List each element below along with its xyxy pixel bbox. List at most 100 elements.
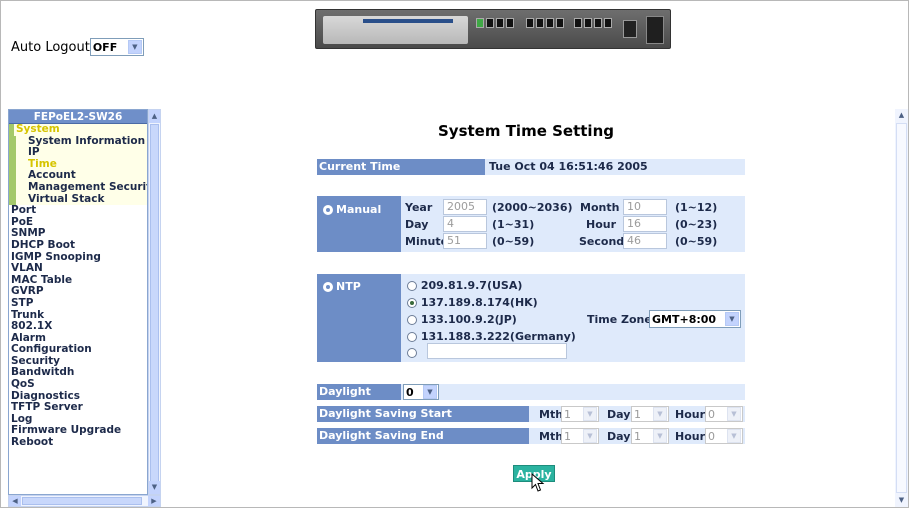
sidebar-item-snmp[interactable]: SNMP — [9, 228, 147, 240]
sidebar-item-ip[interactable]: IP — [9, 147, 147, 159]
auto-logout-value: OFF — [92, 40, 118, 54]
ntp-custom-server-input[interactable] — [427, 343, 567, 359]
sidebar-item-igmp-snooping[interactable]: IGMP Snooping — [9, 252, 147, 264]
sidebar-item-virtual-stack[interactable]: Virtual Stack — [9, 193, 147, 206]
nav-menu-list: FEPoEL2-SW26 System System Information IP T… — [8, 109, 148, 495]
scroll-up-icon[interactable]: ▲ — [895, 109, 908, 122]
sidebar-item-system-information[interactable]: System Information — [9, 135, 147, 148]
day-input[interactable]: 4 — [443, 216, 487, 232]
sidebar-item-bandwitdh[interactable]: Bandwitdh — [9, 367, 147, 379]
sidebar-item-tftp-server[interactable]: TFTP Server — [9, 402, 147, 414]
sidebar-item-reboot[interactable]: Reboot — [9, 437, 147, 449]
second-label: Second — [579, 235, 625, 248]
daylight-saving-value: 0 — [406, 385, 414, 399]
ntp-custom-option[interactable] — [407, 346, 417, 359]
start-day-select[interactable]: 1 ▼ — [631, 406, 669, 422]
second-input[interactable]: 46 — [623, 233, 667, 249]
ntp-label: NTP — [336, 280, 361, 293]
year-input[interactable]: 2005 — [443, 199, 487, 215]
side-navigation: FEPoEL2-SW26 System System Information IP T… — [8, 109, 161, 507]
ntp-server-2: 137.189.8.174(HK) — [420, 296, 538, 309]
start-mth-value: 1 — [564, 407, 571, 421]
sidebar-item-qos[interactable]: QoS — [9, 379, 147, 391]
sidebar-item-mac-table[interactable]: MAC Table — [9, 275, 147, 287]
ntp-server-radio-2[interactable] — [407, 298, 417, 308]
console-port — [646, 16, 664, 44]
scroll-right-icon[interactable]: ▶ — [148, 496, 160, 506]
sidebar-item-port[interactable]: Port — [9, 205, 147, 217]
hour-input[interactable]: 16 — [623, 216, 667, 232]
sidebar-item-account[interactable]: Account — [9, 170, 147, 182]
ntp-server-option-1[interactable]: 209.81.9.7(USA) — [407, 279, 522, 292]
sidebar-item-system[interactable]: System — [9, 124, 147, 136]
nav-vertical-scrollbar[interactable]: ▲ ▼ — [148, 109, 161, 495]
sidebar-item-management-securit[interactable]: Management Securit — [9, 181, 147, 194]
sidebar-item-log[interactable]: Log — [9, 414, 147, 426]
start-hour-select[interactable]: 0 ▼ — [705, 406, 743, 422]
sidebar-item-trunk[interactable]: Trunk — [9, 310, 147, 322]
scroll-up-icon[interactable]: ▲ — [149, 110, 160, 123]
daylight-saving-select[interactable]: 0 ▼ — [403, 384, 439, 400]
sfp-port — [623, 20, 637, 38]
main-vertical-scrollbar[interactable]: ▲ ▼ — [895, 109, 908, 507]
scroll-thumb[interactable] — [150, 124, 159, 482]
ntp-radio[interactable] — [323, 282, 333, 292]
sidebar-item-security[interactable]: Security — [9, 356, 147, 368]
daylight-saving-row: Daylight Saving 0 ▼ — [317, 384, 745, 414]
ntp-server-option-2[interactable]: 137.189.8.174(HK) — [407, 296, 538, 309]
minute-label: Minute — [405, 235, 449, 248]
end-mth-select[interactable]: 1 ▼ — [561, 428, 599, 444]
nav-horizontal-scrollbar[interactable]: ◀ ▶ — [8, 495, 161, 507]
month-input[interactable]: 10 — [623, 199, 667, 215]
sidebar-item-gvrp[interactable]: GVRP — [9, 286, 147, 298]
ntp-server-4: 131.188.3.222(Germany) — [420, 330, 576, 343]
sidebar-item-firmware-upgrade[interactable]: Firmware Upgrade — [9, 425, 147, 437]
scroll-left-icon[interactable]: ◀ — [9, 496, 21, 506]
month-range: (1~12) — [675, 201, 718, 214]
minute-input[interactable]: 51 — [443, 233, 487, 249]
current-time-label: Current Time — [317, 159, 485, 175]
sidebar-item-configuration[interactable]: Configuration — [9, 344, 147, 356]
ntp-server-radio-3[interactable] — [407, 315, 417, 325]
time-zone-select[interactable]: GMT+8:00 ▼ — [649, 310, 741, 328]
sidebar-item-time[interactable]: Time — [9, 158, 147, 171]
start-mth-select[interactable]: 1 ▼ — [561, 406, 599, 422]
start-hour-label: Hour — [675, 408, 706, 421]
auto-logout-control: Auto Logout OFF ▼ — [11, 38, 144, 56]
browser-frame: Auto Logout OFF ▼ FEPoEL2-SW26 System Sys… — [0, 0, 909, 508]
daylight-saving-end-row: Daylight Saving End Mth 1 ▼ Day 1 ▼ Hour… — [317, 428, 745, 444]
ntp-server-radio-1[interactable] — [407, 281, 417, 291]
ntp-server-3: 133.100.9.2(JP) — [420, 313, 517, 326]
chevron-down-icon: ▼ — [653, 429, 667, 443]
ntp-custom-radio[interactable] — [407, 348, 417, 358]
sidebar-item-stp[interactable]: STP — [9, 298, 147, 310]
scroll-down-icon[interactable]: ▼ — [149, 481, 160, 494]
ntp-server-option-3[interactable]: 133.100.9.2(JP) — [407, 313, 517, 326]
end-day-select[interactable]: 1 ▼ — [631, 428, 669, 444]
mouse-cursor-icon — [531, 473, 545, 492]
daylight-saving-start-label: Daylight Saving Start — [317, 406, 529, 422]
sidebar-item-poe[interactable]: PoE — [9, 217, 147, 229]
port-group-3 — [574, 18, 612, 42]
manual-radio[interactable] — [323, 205, 333, 215]
ntp-server-radio-4[interactable] — [407, 332, 417, 342]
sidebar-item-alarm[interactable]: Alarm — [9, 333, 147, 345]
scroll-down-icon[interactable]: ▼ — [895, 494, 908, 507]
day-label: Day — [405, 218, 429, 231]
ntp-server-option-4[interactable]: 131.188.3.222(Germany) — [407, 330, 576, 343]
scroll-thumb[interactable] — [896, 123, 907, 493]
sidebar-item-diagnostics[interactable]: Diagnostics — [9, 391, 147, 403]
scroll-thumb-horizontal[interactable] — [22, 497, 142, 505]
sidebar-item-802-1x[interactable]: 802.1X — [9, 321, 147, 333]
hour-range: (0~23) — [675, 218, 718, 231]
start-hour-value: 0 — [708, 407, 715, 421]
manual-label: Manual — [336, 203, 382, 216]
end-hour-select[interactable]: 0 ▼ — [705, 428, 743, 444]
hour-label: Hour — [586, 218, 617, 231]
auto-logout-select[interactable]: OFF ▼ — [89, 38, 144, 56]
sidebar-item-vlan[interactable]: VLAN — [9, 263, 147, 275]
nav-items: System System Information IP Time Account Man… — [9, 124, 147, 449]
year-label: Year — [405, 201, 433, 214]
chevron-down-icon: ▼ — [725, 312, 739, 326]
sidebar-item-dhcp-boot[interactable]: DHCP Boot — [9, 240, 147, 252]
